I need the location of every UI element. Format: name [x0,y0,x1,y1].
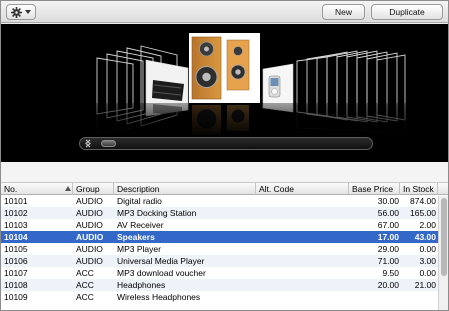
cell-no: 10109 [4,292,28,302]
cell-description: Universal Media Player [117,256,205,266]
cell-in-stock: 0.00 [419,244,436,254]
duplicate-button[interactable]: Duplicate [371,4,443,20]
cell-in-stock: 165.00 [410,208,436,218]
cell-no: 10107 [4,268,28,278]
cell-description: Wireless Headphones [117,292,201,302]
chevron-down-icon [25,10,31,14]
cell-description: AV Receiver [117,220,164,230]
cell-group: ACC [76,292,94,302]
cell-no: 10108 [4,280,28,290]
cell-description: MP3 Player [117,244,161,254]
cell-in-stock: 874.00 [410,196,436,206]
cell-group: AUDIO [76,220,103,230]
column-header-alt-code[interactable]: Alt. Code [256,183,349,195]
cell-description: Speakers [117,232,155,242]
cell-base-price: 71.00 [377,256,399,266]
cell-description: Digital radio [117,196,162,206]
coverflow-scrollbar[interactable] [79,137,373,150]
cell-base-price: 29.00 [377,244,399,254]
cell-no: 10105 [4,244,28,254]
cell-group: AUDIO [76,196,103,206]
cell-in-stock: 43.00 [414,232,436,242]
cell-group: ACC [76,268,94,278]
cell-description: MP3 download voucher [117,268,206,278]
cell-base-price: 56.00 [377,208,399,218]
cell-in-stock: 3.00 [419,256,436,266]
cell-in-stock [401,291,436,303]
cell-description: Headphones [117,280,166,290]
table-vertical-scrollbar[interactable] [438,196,448,310]
cell-base-price: 30.00 [377,196,399,206]
table-scroll-thumb[interactable] [441,198,447,276]
item-register-window: New Duplicate No. Group Description Alt.… [0,0,449,311]
cell-group: AUDIO [76,208,103,218]
cell-group: ACC [76,280,94,290]
gear-icon [11,6,22,18]
cell-description: MP3 Docking Station [117,208,197,218]
cell-alt-code [259,231,347,243]
cell-alt-code [259,279,347,291]
cover-speakers[interactable] [189,33,260,103]
column-header-description[interactable]: Description [114,183,256,195]
table-row[interactable]: 10105 AUDIO MP3 Player 29.00 0.00 [1,243,448,255]
new-button[interactable]: New [322,4,365,20]
cell-alt-code [259,207,347,219]
column-header-base-price[interactable]: Base Price [349,183,400,195]
cell-group: AUDIO [76,256,103,266]
cell-alt-code [259,255,347,267]
cell-group: AUDIO [76,232,104,242]
coverflow-scroll-thumb[interactable] [101,140,116,147]
cell-no: 10104 [4,232,28,242]
table-row[interactable]: 10101 AUDIO Digital radio 30.00 874.00 [1,195,448,207]
items-table: No. Group Description Alt. Code Base Pri… [1,183,448,310]
scroll-right-icon[interactable] [85,139,101,149]
cell-base-price: 20.00 [377,280,399,290]
toolbar: New Duplicate [1,1,448,23]
cell-base-price: 17.00 [377,232,399,242]
cell-base-price: 67.00 [377,220,399,230]
cell-in-stock: 21.00 [414,280,436,290]
table-row[interactable]: 10106 AUDIO Universal Media Player 71.00… [1,255,448,267]
cell-no: 10101 [4,196,28,206]
cell-alt-code [259,243,347,255]
cell-alt-code [259,267,347,279]
table-row[interactable]: 10107 ACC MP3 download voucher 9.50 0.00 [1,267,448,279]
cell-base-price [348,291,399,303]
cell-group: AUDIO [76,244,103,254]
table-row[interactable]: 10102 AUDIO MP3 Docking Station 56.00 16… [1,207,448,219]
cell-in-stock: 2.00 [419,220,436,230]
cell-base-price: 9.50 [382,268,399,278]
column-header-no-label: No. [4,184,18,194]
cell-alt-code [259,219,347,231]
cell-alt-code [259,291,347,303]
cell-alt-code [259,195,347,207]
cell-no: 10103 [4,220,28,230]
item-coverflow[interactable] [1,24,448,162]
table-row[interactable]: 10108 ACC Headphones 20.00 21.00 [1,279,448,291]
table-row[interactable]: 10103 AUDIO AV Receiver 67.00 2.00 [1,219,448,231]
column-header-no[interactable]: No. [1,183,73,195]
table-row[interactable]: 10109 ACC Wireless Headphones [1,291,448,303]
cell-in-stock: 0.00 [419,268,436,278]
cell-no: 10106 [4,256,28,266]
coverflow-scroll-arrows [84,139,101,149]
table-row-selected[interactable]: 10104 AUDIO Speakers 17.00 43.00 [1,231,448,243]
column-header-group[interactable]: Group [73,183,114,195]
table-header: No. Group Description Alt. Code Base Pri… [1,183,448,195]
cell-no: 10102 [4,208,28,218]
sort-ascending-icon [65,186,71,191]
pane-splitter[interactable] [1,162,448,183]
actions-menu-button[interactable] [6,4,36,20]
column-header-in-stock[interactable]: In Stock [400,183,438,195]
